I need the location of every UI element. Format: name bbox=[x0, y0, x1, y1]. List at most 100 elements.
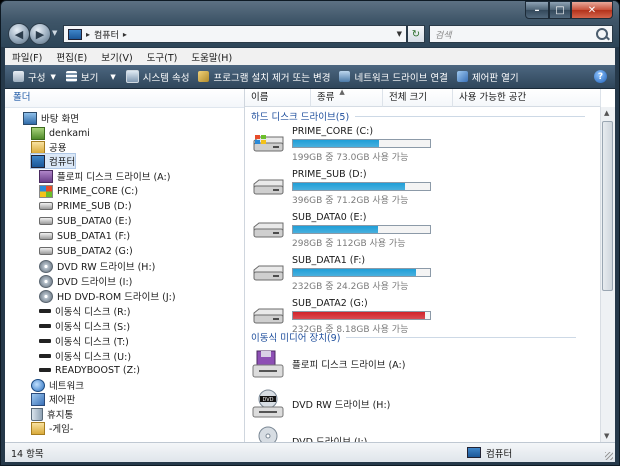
uninstall-program-label: 프로그램 설치 제거 또는 변경 bbox=[213, 72, 331, 84]
resize-grip[interactable] bbox=[605, 452, 613, 460]
tree-label: SUB_DATA2 (G:) bbox=[57, 245, 133, 257]
hard-drive-icon bbox=[39, 232, 53, 240]
tree-item-games-folder[interactable]: -게임- bbox=[31, 421, 73, 435]
help-icon[interactable]: ? bbox=[594, 70, 607, 83]
tree-item-drive-s[interactable]: 이동식 디스크 (S:) bbox=[39, 319, 130, 333]
folders-header[interactable]: 폴더 bbox=[5, 89, 244, 108]
column-total-size[interactable]: 전체 크기 bbox=[383, 89, 453, 107]
search-input[interactable]: 검색 bbox=[429, 25, 613, 43]
tree-item-drive-c[interactable]: PRIME_CORE (C:) bbox=[39, 184, 138, 198]
tree-item-network[interactable]: 네트워크 bbox=[31, 378, 84, 392]
drive-name: SUB_DATA2 (G:) bbox=[292, 298, 368, 309]
tree-label: 컴퓨터 bbox=[49, 157, 76, 168]
scroll-down-icon[interactable]: ▼ bbox=[604, 432, 609, 440]
organize-button[interactable]: 구성 ▼ bbox=[13, 70, 56, 84]
floppy-drive-icon bbox=[252, 350, 284, 378]
close-button[interactable]: ✕ bbox=[571, 1, 613, 19]
menu-view[interactable]: 보기(V) bbox=[94, 50, 139, 64]
map-network-drive-label: 네트워크 드라이브 연결 bbox=[354, 72, 448, 84]
control-panel-icon bbox=[31, 392, 45, 406]
address-dropdown-icon[interactable]: ▼ bbox=[397, 30, 402, 38]
tree-item-control-panel[interactable]: 제어판 bbox=[31, 392, 75, 406]
hard-drive-icon bbox=[39, 202, 53, 210]
tree-label: 이동식 디스크 (R:) bbox=[55, 307, 131, 318]
hard-drive-icon bbox=[39, 217, 53, 225]
address-bar[interactable]: ▸ 컴퓨터 ▸ ▼ bbox=[63, 25, 407, 43]
removable-item-floppy-a[interactable]: 플로피 디스크 드라이브 (A:) bbox=[251, 347, 581, 383]
tree-item-drive-z[interactable]: READYBOOST (Z:) bbox=[39, 363, 140, 377]
map-network-drive-button[interactable]: 네트워크 드라이브 연결 bbox=[339, 70, 448, 84]
tree-label: PRIME_SUB (D:) bbox=[57, 200, 132, 212]
tree-label: DVD 드라이브 (I:) bbox=[57, 277, 133, 288]
tree-label: -게임- bbox=[49, 424, 74, 435]
tree-item-drive-u[interactable]: 이동식 디스크 (U:) bbox=[39, 349, 131, 363]
tree-label: SUB_DATA1 (F:) bbox=[57, 230, 131, 242]
tree-item-drive-g[interactable]: SUB_DATA2 (G:) bbox=[39, 244, 133, 258]
minimize-button[interactable]: – bbox=[525, 1, 549, 19]
tree-item-drive-i[interactable]: DVD 드라이브 (I:) bbox=[39, 274, 132, 288]
breadcrumb-chevron-icon[interactable]: ▸ bbox=[123, 30, 127, 39]
tree-item-computer[interactable]: 컴퓨터 bbox=[29, 153, 77, 169]
drive-usage-fill bbox=[293, 312, 426, 319]
back-button[interactable]: ◀ bbox=[8, 23, 30, 45]
removable-item-dvd-rw-h[interactable]: DVD DVD RW 드라이브 (H:) bbox=[251, 387, 581, 423]
drive-item[interactable]: PRIME_SUB (D:) 396GB 중 71.2GB 사용 가능 bbox=[251, 166, 581, 208]
scroll-up-icon[interactable]: ▲ bbox=[604, 109, 609, 117]
recent-pages-dropdown[interactable]: ▼ bbox=[52, 29, 57, 37]
removable-disk-icon bbox=[39, 368, 51, 372]
tree-item-drive-f[interactable]: SUB_DATA1 (F:) bbox=[39, 229, 130, 243]
breadcrumb-computer[interactable]: 컴퓨터 bbox=[94, 28, 119, 41]
column-name-label: 이름 bbox=[251, 92, 269, 103]
removable-item-dvd-i[interactable]: DVD 드라이브 (I:) bbox=[251, 424, 581, 442]
tree-item-drive-j[interactable]: HD DVD-ROM 드라이브 (J:) bbox=[39, 289, 176, 303]
floppy-drive-icon bbox=[39, 169, 53, 183]
column-type[interactable]: ▲ 종류 bbox=[311, 89, 383, 107]
views-button[interactable]: 보기 ▼ bbox=[65, 70, 116, 84]
network-icon bbox=[31, 378, 45, 392]
refresh-button[interactable]: ↻ bbox=[407, 25, 425, 43]
breadcrumb-chevron-icon[interactable]: ▸ bbox=[86, 30, 90, 39]
menu-help[interactable]: 도움말(H) bbox=[184, 50, 239, 64]
drive-item[interactable]: SUB_DATA0 (E:) 298GB 중 112GB 사용 가능 bbox=[251, 209, 581, 251]
search-placeholder: 검색 bbox=[435, 30, 452, 41]
control-panel-button[interactable]: 제어판 열기 bbox=[456, 70, 519, 84]
group-header-removable[interactable]: 이동식 미디어 장치(9) bbox=[251, 330, 577, 344]
column-name[interactable]: 이름 bbox=[245, 89, 311, 107]
tree-label: denkami bbox=[49, 127, 90, 139]
drive-name: SUB_DATA0 (E:) bbox=[292, 212, 367, 223]
tree-item-recycle-bin[interactable]: 휴지통 bbox=[31, 407, 73, 421]
drive-item[interactable]: PRIME_CORE (C:) 199GB 중 73.0GB 사용 가능 bbox=[251, 123, 581, 165]
drive-usage-bar bbox=[292, 311, 431, 320]
menu-edit[interactable]: 편집(E) bbox=[49, 50, 94, 64]
command-bar: 구성 ▼ 보기 ▼ 시스템 속성 프로그램 설치 제거 또는 변경 네트워크 드… bbox=[5, 65, 615, 89]
group-header-hard-disks[interactable]: 하드 디스크 드라이브(5) bbox=[251, 109, 586, 123]
menu-file[interactable]: 파일(F) bbox=[5, 50, 49, 64]
views-label: 보기 bbox=[80, 72, 99, 84]
group-divider bbox=[355, 116, 586, 117]
tree-item-drive-d[interactable]: PRIME_SUB (D:) bbox=[39, 199, 132, 213]
uninstall-program-button[interactable]: 프로그램 설치 제거 또는 변경 bbox=[198, 70, 330, 84]
tree-item-drive-h[interactable]: DVD RW 드라이브 (H:) bbox=[39, 259, 155, 273]
content-pane: 이름 ▲ 종류 전체 크기 사용 가능한 공간 하드 디스크 드라이브(5) P… bbox=[245, 89, 615, 442]
tree-item-floppy-a[interactable]: 플로피 디스크 드라이브 (A:) bbox=[39, 169, 170, 183]
computer-icon bbox=[31, 154, 45, 168]
tree-item-drive-e[interactable]: SUB_DATA0 (E:) bbox=[39, 214, 131, 228]
forward-button[interactable]: ▶ bbox=[29, 23, 51, 45]
tree-item-desktop[interactable]: 바탕 화면 bbox=[23, 111, 79, 125]
dvd-drive-icon bbox=[39, 259, 53, 273]
hard-drive-icon bbox=[253, 179, 284, 195]
tree-item-user[interactable]: denkami bbox=[31, 126, 90, 140]
search-icon[interactable] bbox=[596, 28, 608, 40]
navigation-pane: 폴더 바탕 화면 denkami 공용 컴퓨터 플로피 디스크 드라이브 (A:… bbox=[5, 89, 245, 442]
drive-item[interactable]: SUB_DATA1 (F:) 232GB 중 24.2GB 사용 가능 bbox=[251, 252, 581, 294]
system-properties-button[interactable]: 시스템 속성 bbox=[125, 70, 189, 84]
maximize-button[interactable]: □ bbox=[549, 1, 571, 19]
menu-tools[interactable]: 도구(T) bbox=[140, 50, 185, 64]
tree-item-drive-r[interactable]: 이동식 디스크 (R:) bbox=[39, 304, 130, 318]
vertical-scrollbar[interactable]: ▲ ▼ bbox=[600, 107, 615, 442]
scroll-thumb[interactable] bbox=[602, 121, 613, 291]
column-free-space[interactable]: 사용 가능한 공간 bbox=[453, 89, 601, 107]
tree-item-public[interactable]: 공용 bbox=[31, 140, 66, 154]
removable-disk-icon bbox=[39, 324, 51, 328]
tree-item-drive-t[interactable]: 이동식 디스크 (T:) bbox=[39, 334, 129, 348]
